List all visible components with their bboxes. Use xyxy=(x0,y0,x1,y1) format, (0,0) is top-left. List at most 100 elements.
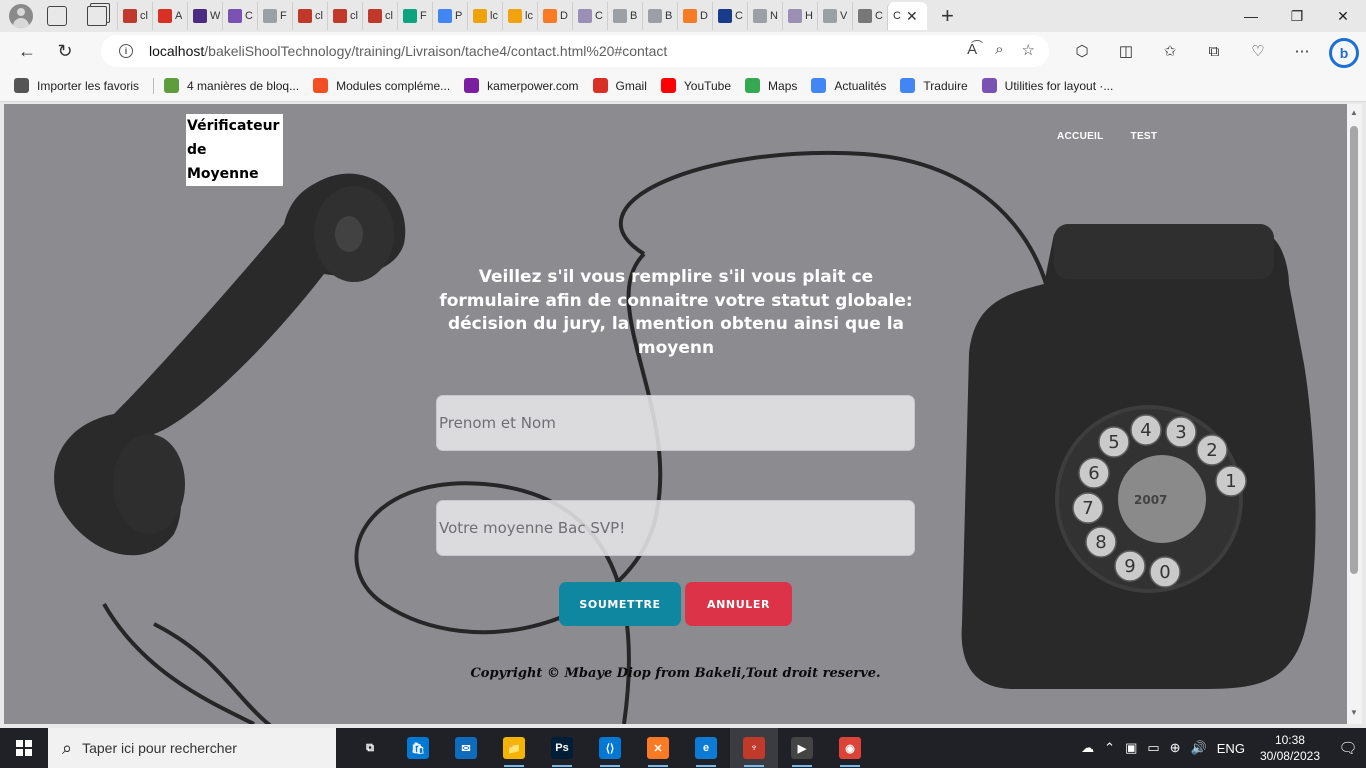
taskbar-app-task-view[interactable]: ⧉ xyxy=(346,728,394,768)
tab[interactable]: F xyxy=(257,2,292,30)
tab-label: D xyxy=(700,10,708,22)
tab[interactable]: D xyxy=(537,2,572,30)
taskbar-app-store[interactable]: 🛍 xyxy=(394,728,442,768)
taskbar-app-vscode[interactable]: ⟨⟩ xyxy=(586,728,634,768)
tab-actions-icon[interactable] xyxy=(87,6,107,26)
tab-label: C xyxy=(245,10,253,22)
tab[interactable]: C xyxy=(222,2,257,30)
top-navigation: ACCUEIL TEST xyxy=(1057,131,1157,142)
brand-title[interactable]: Vérificateur de Moyenne xyxy=(186,114,283,186)
extensions-icon[interactable]: ⬡ xyxy=(1060,34,1104,68)
tab[interactable]: A xyxy=(152,2,187,30)
tab[interactable]: B xyxy=(607,2,642,30)
bookmark-label: Maps xyxy=(768,78,798,93)
bookmark-item[interactable]: YouTube xyxy=(660,78,731,93)
close-tab-icon[interactable]: ✕ xyxy=(906,8,918,25)
volume-icon[interactable]: 🔊 xyxy=(1191,740,1207,756)
bookmark-item[interactable]: Traduire xyxy=(900,78,968,93)
tab-active[interactable]: C ✕ xyxy=(887,2,927,30)
meet-now-icon[interactable]: ▣ xyxy=(1125,740,1137,756)
tab[interactable]: H xyxy=(782,2,817,30)
tab[interactable]: C xyxy=(712,2,747,30)
collections-icon[interactable]: ⧉ xyxy=(1192,34,1236,68)
cancel-button[interactable]: ANNULER xyxy=(685,582,792,626)
name-input[interactable] xyxy=(436,395,915,451)
taskbar-app-tool[interactable]: ♆ xyxy=(730,728,778,768)
minimize-button[interactable]: — xyxy=(1228,0,1274,32)
tab[interactable]: F xyxy=(397,2,432,30)
bing-copilot-icon[interactable]: b xyxy=(1329,38,1359,68)
tab[interactable]: cl xyxy=(362,2,397,30)
back-arrow-icon[interactable]: ← xyxy=(10,34,44,68)
taskbar-app-media-player[interactable]: ▶ xyxy=(778,728,826,768)
tab-list: cl A W C Fcl cl cl F Plc lc D C B B D C N H V C xyxy=(117,2,887,30)
address-bar[interactable]: i localhost/bakeliShoolTechnology/traini… xyxy=(101,35,1049,67)
tab[interactable]: N xyxy=(747,2,782,30)
bookmark-item[interactable]: Actualités xyxy=(811,78,886,93)
tab[interactable]: lc xyxy=(467,2,502,30)
bootstrap-icon xyxy=(788,9,802,23)
page-scrollbar[interactable]: ▲ ▼ xyxy=(1347,104,1362,724)
tab[interactable]: cl xyxy=(117,2,152,30)
profile-avatar-icon[interactable] xyxy=(9,4,33,28)
tab[interactable]: D xyxy=(677,2,712,30)
tab[interactable]: C xyxy=(852,2,887,30)
restore-button[interactable]: ❐ xyxy=(1274,0,1320,32)
more-menu-icon[interactable]: ⋯ xyxy=(1280,34,1324,68)
taskbar-app-chrome[interactable]: ◉ xyxy=(826,728,874,768)
tab[interactable]: lc xyxy=(502,2,537,30)
new-tab-button[interactable]: + xyxy=(941,5,954,27)
tab[interactable]: cl xyxy=(327,2,362,30)
tab[interactable]: V xyxy=(817,2,852,30)
start-button[interactable] xyxy=(0,728,48,768)
tab[interactable]: B xyxy=(642,2,677,30)
nav-link-accueil[interactable]: ACCUEIL xyxy=(1057,131,1104,142)
taskbar-app-photoshop[interactable]: Ps xyxy=(538,728,586,768)
battery-icon[interactable]: ▭ xyxy=(1147,740,1159,756)
bookmark-item[interactable]: Modules compléme... xyxy=(313,78,450,93)
scrollbar-thumb[interactable] xyxy=(1350,126,1358,574)
notifications-icon[interactable]: 🗨 xyxy=(1330,739,1366,757)
bookmark-item[interactable]: kamerpower.com xyxy=(464,78,579,93)
taskbar-app-file-explorer[interactable]: 📁 xyxy=(490,728,538,768)
clock[interactable]: 10:38 30/08/2023 xyxy=(1260,732,1320,764)
bootstrap-icon xyxy=(228,9,242,23)
language-indicator[interactable]: ENG xyxy=(1217,741,1245,756)
bookmark-item[interactable]: 4 manières de bloq... xyxy=(164,78,299,93)
task-view-icon: ⧉ xyxy=(366,741,374,754)
network-icon[interactable]: ⊕ xyxy=(1170,740,1181,756)
tab[interactable]: C xyxy=(572,2,607,30)
favorite-star-icon[interactable]: ☆ xyxy=(1022,41,1035,59)
taskbar-app-edge[interactable]: e xyxy=(682,728,730,768)
url-text[interactable]: localhost/bakeliShoolTechnology/training… xyxy=(149,43,667,59)
bookmark-item[interactable]: Importer les favoris xyxy=(14,78,139,93)
bookmark-favicon-icon xyxy=(592,78,608,93)
performance-icon[interactable]: ♡ xyxy=(1236,34,1280,68)
favorites-icon[interactable]: ✩ xyxy=(1148,34,1192,68)
taskbar-app-xampp[interactable]: ✕ xyxy=(634,728,682,768)
average-input[interactable] xyxy=(436,500,915,556)
refresh-icon[interactable]: ↻ xyxy=(48,34,82,68)
workspaces-icon[interactable] xyxy=(47,6,67,26)
bookmark-item[interactable]: Utilities for layout ·... xyxy=(981,78,1113,93)
scroll-up-icon[interactable]: ▲ xyxy=(1350,108,1358,117)
zoom-icon[interactable]: ⌕ xyxy=(995,41,1003,59)
weather-icon[interactable]: ☁ xyxy=(1081,740,1094,756)
scroll-down-icon[interactable]: ▼ xyxy=(1350,708,1358,717)
close-window-button[interactable]: ✕ xyxy=(1320,0,1366,32)
read-aloud-icon[interactable]: A͡ xyxy=(967,41,977,59)
taskbar-app-mail[interactable]: ✉ xyxy=(442,728,490,768)
site-info-icon[interactable]: i xyxy=(119,44,133,58)
taskbar-search[interactable]: ⌕ Taper ici pour rechercher xyxy=(48,728,336,768)
show-hidden-icons-icon[interactable]: ⌃ xyxy=(1104,740,1115,756)
nav-link-test[interactable]: TEST xyxy=(1131,131,1158,142)
tab[interactable]: W xyxy=(187,2,222,30)
submit-button[interactable]: SOUMETTRE xyxy=(559,582,681,626)
bookmark-label: 4 manières de bloq... xyxy=(187,78,300,93)
tab[interactable]: P xyxy=(432,2,467,30)
tab[interactable]: cl xyxy=(292,2,327,30)
bookmark-item[interactable]: Gmail xyxy=(592,78,647,93)
split-screen-icon[interactable]: ◫ xyxy=(1104,34,1148,68)
bookmark-item[interactable]: Maps xyxy=(745,78,797,93)
windows-logo-icon xyxy=(16,740,32,756)
